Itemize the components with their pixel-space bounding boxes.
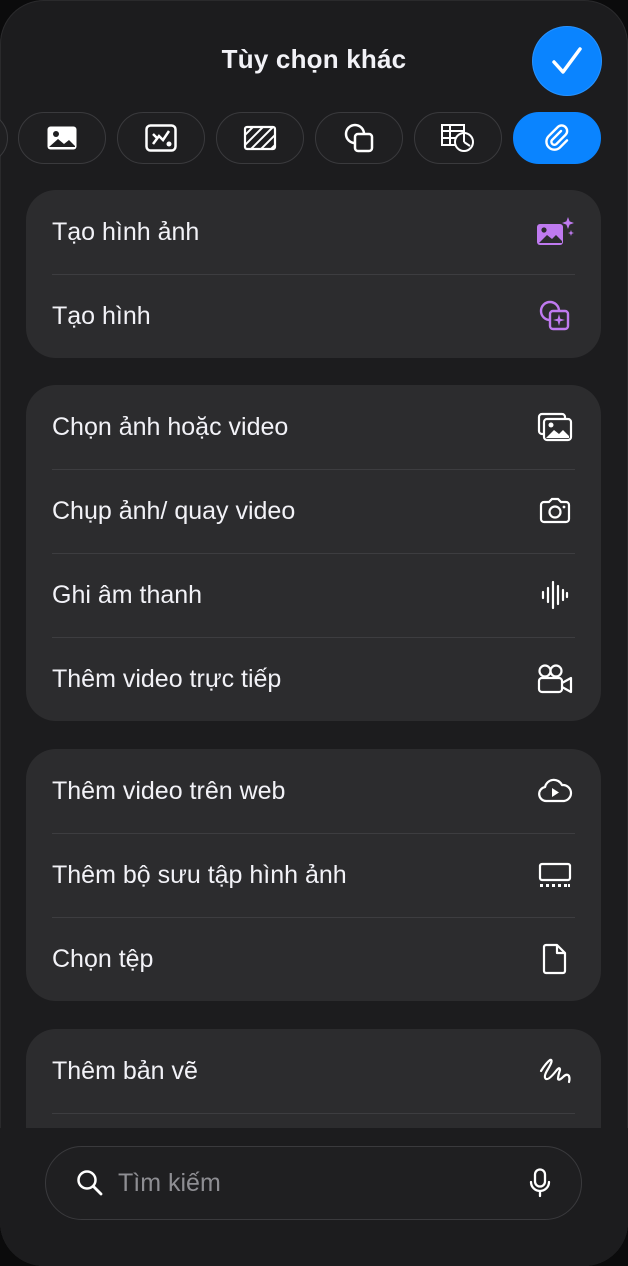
document-icon: [542, 943, 567, 975]
menu-item-choose-file[interactable]: Chọn tệp: [26, 917, 601, 1001]
table-chart-icon: [441, 124, 474, 152]
tab-image[interactable]: [18, 112, 106, 164]
shapes-icon: [344, 123, 374, 153]
search-input[interactable]: Tìm kiếm: [118, 1169, 529, 1198]
menu-item-label: Thêm bộ sưu tập hình ảnh: [52, 860, 347, 889]
menu-item-choose-photo-video[interactable]: Chọn ảnh hoặc video: [26, 385, 601, 469]
menu-item-live-video[interactable]: Thêm video trực tiếp: [26, 637, 601, 721]
web-files-group: Thêm video trên web Thêm bộ sưu tập hình…: [26, 749, 601, 1001]
menu-item-generate-image[interactable]: Tạo hình ảnh: [26, 190, 601, 274]
cloud-play-icon: [538, 778, 573, 803]
tab-shapes[interactable]: [315, 112, 403, 164]
search-icon: [77, 1170, 103, 1196]
create-group: Tạo hình ảnh Tạo hình: [26, 190, 601, 358]
menu-item-label: Thêm video trực tiếp: [52, 664, 282, 693]
image-sparkle-icon: [537, 217, 574, 245]
search-field[interactable]: Tìm kiếm: [45, 1146, 582, 1220]
menu-item-take-photo-video[interactable]: Chụp ảnh/ quay video: [26, 469, 601, 553]
menu-item-label: Thêm video trên web: [52, 776, 286, 805]
menu-item-label: Chụp ảnh/ quay video: [52, 496, 296, 525]
menu-item-record-audio[interactable]: Ghi âm thanh: [26, 553, 601, 637]
menu-item-label: Thêm bản vẽ: [52, 1056, 198, 1085]
menu-item-label: Chọn ảnh hoặc video: [52, 412, 289, 441]
video-camera-icon: [537, 664, 573, 694]
insert-tab-bar: [0, 112, 628, 166]
menu-item-web-video[interactable]: Thêm video trên web: [26, 749, 601, 833]
menu-item-generate-shape[interactable]: Tạo hình: [26, 274, 601, 358]
gallery-icon: [538, 862, 572, 887]
menu-item-label: Tạo hình ảnh: [52, 217, 200, 246]
tab-hatched-rectangle[interactable]: [216, 112, 304, 164]
menu-item-image-gallery[interactable]: Thêm bộ sưu tập hình ảnh: [26, 833, 601, 917]
image-icon: [47, 126, 77, 150]
menu-item-label: Tạo hình: [52, 301, 151, 330]
tab-chart-image[interactable]: [117, 112, 205, 164]
options-sheet: Tùy chọn khác Tạo hình ảnh Tạo hình Chọn…: [0, 0, 628, 1266]
scribble-icon: [539, 1058, 571, 1084]
tab-partial[interactable]: [0, 112, 8, 164]
menu-item-add-drawing[interactable]: Thêm bản vẽ: [26, 1029, 601, 1113]
hatched-rectangle-icon: [243, 125, 277, 151]
waveform-icon: [541, 580, 569, 610]
media-group: Chọn ảnh hoặc video Chụp ảnh/ quay video: [26, 385, 601, 721]
shape-sparkle-icon: [539, 300, 570, 331]
menu-item-label: Ghi âm thanh: [52, 580, 203, 609]
tab-table-chart[interactable]: [414, 112, 502, 164]
menu-item-label: Chọn tệp: [52, 944, 154, 973]
chart-image-icon: [145, 124, 177, 152]
done-button[interactable]: [532, 26, 602, 96]
camera-icon: [539, 497, 571, 524]
checkmark-icon: [552, 47, 582, 74]
paperclip-icon: [545, 124, 569, 151]
microphone-icon[interactable]: [529, 1168, 551, 1198]
tab-attachment[interactable]: [513, 112, 601, 164]
photos-icon: [537, 412, 573, 442]
